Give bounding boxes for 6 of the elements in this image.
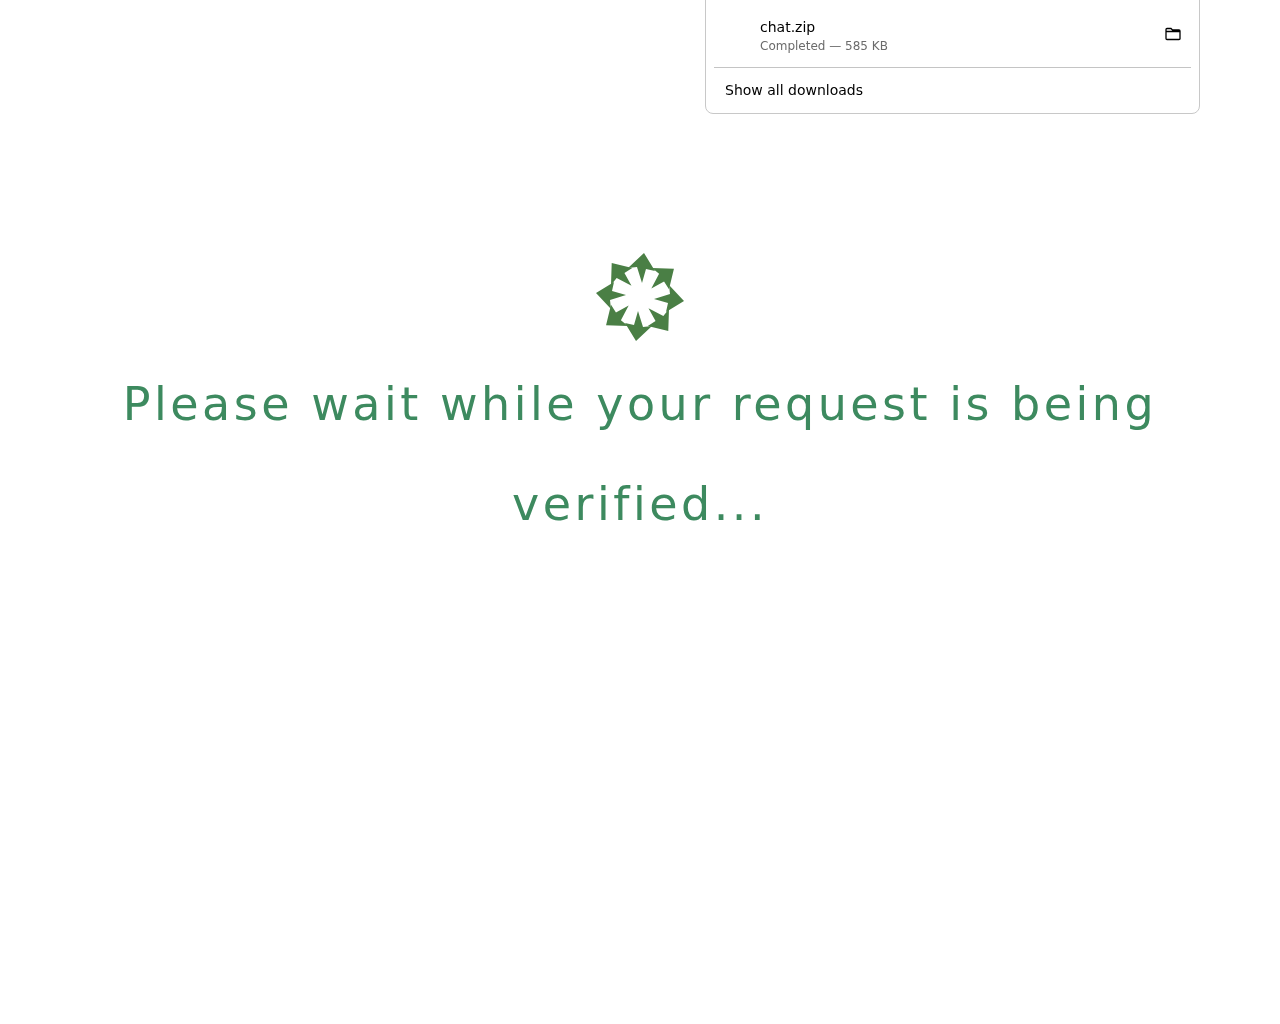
download-filename: chat.zip: [760, 17, 816, 37]
show-all-downloads-link[interactable]: Show all downloads: [725, 82, 864, 98]
download-status: Completed — 585 KB: [760, 37, 888, 55]
folder-icon[interactable]: [1165, 26, 1181, 41]
verification-message: Please wait while your request is being verified...: [121, 376, 1159, 533]
spinner-icon: [595, 252, 685, 342]
